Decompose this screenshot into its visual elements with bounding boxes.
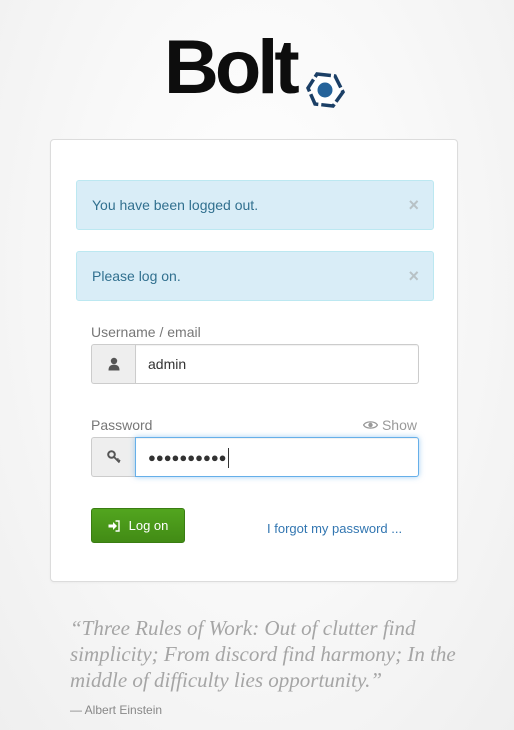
password-label: Password — [91, 417, 153, 433]
password-input[interactable]: ●●●●●●●●●● — [135, 437, 419, 477]
alert-message: You have been logged out. — [92, 197, 259, 213]
close-alert-button[interactable]: × — [408, 252, 419, 300]
username-input-group: admin — [91, 344, 419, 384]
close-alert-button[interactable]: × — [408, 181, 419, 229]
password-input-group: ●●●●●●●●●● — [91, 437, 419, 477]
hexagon-logo-icon — [306, 72, 345, 108]
bolt-logo: Bolt — [164, 30, 349, 110]
sign-in-icon — [108, 519, 120, 532]
text-caret — [227, 448, 229, 469]
please-log-on-alert: Please log on. × — [76, 251, 434, 301]
username-label: Username / email — [91, 324, 201, 340]
quote-author: — Albert Einstein — [70, 703, 163, 717]
log-on-button[interactable]: Log on — [91, 508, 185, 543]
username-input[interactable]: admin — [135, 344, 419, 384]
alert-message: Please log on. — [92, 268, 181, 284]
show-password-label: Show — [381, 417, 417, 433]
logo-text: Bolt — [164, 25, 300, 110]
username-addon — [91, 344, 135, 384]
login-card: You have been logged out. × Please log o… — [50, 139, 458, 582]
logged-out-alert: You have been logged out. × — [76, 180, 434, 230]
password-value: ●●●●●●●●●● — [148, 450, 227, 465]
key-icon — [106, 450, 121, 464]
password-addon — [91, 437, 135, 477]
show-password-toggle[interactable]: Show — [362, 417, 417, 433]
forgot-password-link[interactable]: I forgot my password ... — [267, 521, 402, 536]
quote-text: “Three Rules of Work: Out of clutter fin… — [70, 616, 456, 692]
log-on-label: Log on — [128, 518, 169, 533]
user-icon — [108, 357, 119, 371]
eye-icon — [362, 421, 378, 429]
